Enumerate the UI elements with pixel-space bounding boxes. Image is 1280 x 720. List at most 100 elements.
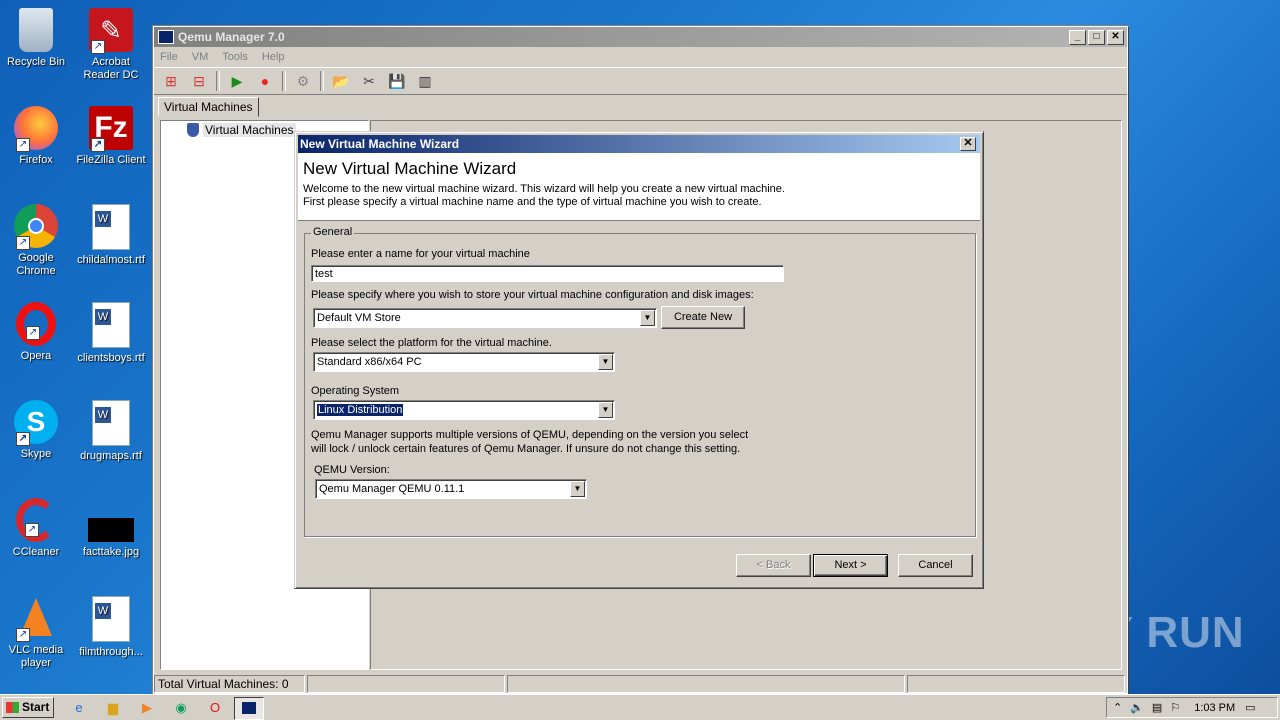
toolbar-separator (282, 71, 286, 91)
media-player-icon[interactable]: ▶ (138, 699, 156, 717)
os-select[interactable]: Linux Distribution ▼ (313, 400, 615, 420)
qemu-version-label: QEMU Version: (314, 464, 390, 476)
menu-vm[interactable]: VM (192, 51, 209, 63)
chevron-down-icon[interactable]: ▼ (640, 310, 655, 326)
desktop-icon-clientsboys[interactable]: W clientsboys.rtf (76, 302, 146, 365)
menu-tools[interactable]: Tools (222, 51, 248, 63)
taskbar-item-qemu-manager[interactable] (234, 697, 264, 720)
desktop-icon-drugmaps[interactable]: W drugmaps.rtf (76, 400, 146, 463)
firefox-icon: ↗ (14, 106, 58, 152)
skype-icon: S ↗ (14, 400, 58, 446)
back-button[interactable]: < Back (736, 554, 811, 577)
status-panel (506, 675, 905, 693)
stop-icon[interactable]: ● (254, 70, 276, 92)
rtf-document-icon: W (92, 400, 130, 446)
window-titlebar[interactable]: Qemu Manager 7.0 _ □ ✕ (154, 27, 1127, 47)
dialog-title: New Virtual Machine Wizard (300, 137, 460, 151)
tree-node-virtual-machines[interactable]: Virtual Machines (187, 123, 296, 137)
close-button[interactable]: ✕ (1107, 30, 1124, 45)
desktop-icon-filmthrough[interactable]: W filmthrough... (76, 596, 146, 659)
taskbar: Start e ▆ ▶ ◉ O ⌃ 🔈 ▤ ⚐ 1:03 PM ▭ (0, 694, 1280, 720)
menu-file[interactable]: File (160, 51, 178, 63)
ccleaner-icon: ↗ (16, 498, 56, 542)
chevron-down-icon[interactable]: ▼ (570, 481, 585, 497)
wizard-heading: New Virtual Machine Wizard (303, 159, 517, 178)
opera-icon[interactable]: O (206, 699, 224, 717)
show-hidden-icons-icon[interactable]: ⌃ (1113, 701, 1122, 714)
dialog-close-button[interactable]: ✕ (960, 137, 976, 151)
save-icon[interactable]: 💾 (386, 70, 408, 92)
desktop-icon-label: Opera (20, 350, 52, 362)
vlc-icon: ↗ (14, 596, 58, 642)
rtf-document-icon: W (92, 596, 130, 642)
status-panel (906, 675, 1125, 693)
next-button[interactable]: Next > (813, 554, 888, 577)
qemu-version-select[interactable]: Qemu Manager QEMU 0.11.1 ▼ (315, 479, 587, 499)
os-value: Linux Distribution (315, 403, 405, 417)
tools-icon[interactable]: ✂ (358, 70, 380, 92)
equalizer-icon[interactable]: ▥ (414, 70, 436, 92)
vm-name-input[interactable]: test (311, 265, 784, 282)
vm-store-select[interactable]: Default VM Store ▼ (313, 308, 657, 328)
app-icon (242, 702, 256, 714)
play-icon[interactable]: ▶ (226, 70, 248, 92)
tab-strip: Virtual Machines (158, 97, 259, 117)
desktop-icon-label: Recycle Bin (6, 56, 66, 68)
desktop-icon-childalmost[interactable]: W childalmost.rtf (76, 204, 146, 267)
windows-logo-icon (6, 702, 19, 713)
shield-icon (187, 123, 199, 137)
desktop-icon-ccleaner[interactable]: ↗ CCleaner (1, 498, 71, 559)
clock[interactable]: 1:03 PM (1194, 702, 1235, 714)
desktop-icon-chrome[interactable]: ↗ Google Chrome (1, 204, 71, 278)
os-label: Operating System (311, 385, 400, 397)
tree-node-label: Virtual Machines (203, 123, 296, 137)
recycle-bin-icon (19, 8, 53, 52)
chevron-down-icon[interactable]: ▼ (598, 402, 613, 418)
qemu-note-line2: will lock / unlock certain features of Q… (311, 443, 741, 455)
desktop-icon-label: Firefox (19, 154, 53, 166)
network-icon[interactable]: ▤ (1152, 701, 1162, 714)
internet-explorer-icon[interactable]: e (70, 699, 88, 717)
settings-gear-icon[interactable]: ⚙ (292, 70, 314, 92)
opera-icon: ↗ (16, 302, 56, 346)
start-button[interactable]: Start (2, 697, 54, 718)
desktop-icon-vlc[interactable]: ↗ VLC media player (1, 596, 71, 670)
menu-help[interactable]: Help (262, 51, 285, 63)
minimize-button[interactable]: _ (1069, 30, 1086, 45)
jpg-image-icon (88, 518, 134, 542)
remove-vm-icon[interactable]: ⊟ (188, 70, 210, 92)
wizard-header: New Virtual Machine Wizard Welcome to th… (298, 153, 980, 221)
chevron-down-icon[interactable]: ▼ (598, 354, 613, 370)
desktop-icon-opera[interactable]: ↗ Opera (1, 302, 71, 363)
desktop-icon-firefox[interactable]: ↗ Firefox (1, 106, 71, 167)
store-label: Please specify where you wish to store y… (311, 289, 754, 301)
desktop-icon-recycle-bin[interactable]: Recycle Bin (1, 8, 71, 69)
tab-virtual-machines[interactable]: Virtual Machines (158, 97, 259, 117)
chrome-icon[interactable]: ◉ (172, 699, 190, 717)
add-vm-icon[interactable]: ⊞ (160, 70, 182, 92)
vm-store-value: Default VM Store (317, 312, 401, 324)
dialog-titlebar[interactable]: New Virtual Machine Wizard ✕ (298, 135, 980, 153)
desktop-icon-acrobat[interactable]: ✎ ↗ Acrobat Reader DC (76, 8, 146, 82)
rtf-document-icon: W (92, 204, 130, 250)
acrobat-icon: ✎ ↗ (89, 8, 133, 54)
volume-icon[interactable]: 🔈 (1130, 701, 1144, 714)
wizard-intro-line2: First please specify a virtual machine n… (303, 196, 762, 208)
action-center-flag-icon[interactable]: ⚐ (1170, 701, 1180, 714)
system-tray: ⌃ 🔈 ▤ ⚐ 1:03 PM ▭ (1106, 697, 1278, 718)
desktop-icon-filezilla[interactable]: Fz ↗ FileZilla Client (76, 106, 146, 167)
start-label: Start (22, 700, 50, 714)
desktop-icon-label: Acrobat Reader DC (83, 56, 139, 81)
maximize-button[interactable]: □ (1088, 30, 1105, 45)
desktop-icon-skype[interactable]: S ↗ Skype (1, 400, 71, 461)
cancel-button[interactable]: Cancel (898, 554, 973, 577)
file-explorer-icon[interactable]: ▆ (104, 699, 122, 717)
show-desktop-icon[interactable]: ▭ (1245, 701, 1255, 714)
qemu-note-line1: Qemu Manager supports multiple versions … (311, 429, 749, 441)
open-folder-icon[interactable]: 📂 (330, 70, 352, 92)
create-new-button[interactable]: Create New (661, 306, 745, 329)
desktop-icon-label: VLC media player (8, 644, 64, 669)
platform-select[interactable]: Standard x86/x64 PC ▼ (313, 352, 615, 372)
toolbar-separator (216, 71, 220, 91)
desktop-icon-facttake[interactable]: facttake.jpg (76, 498, 146, 559)
